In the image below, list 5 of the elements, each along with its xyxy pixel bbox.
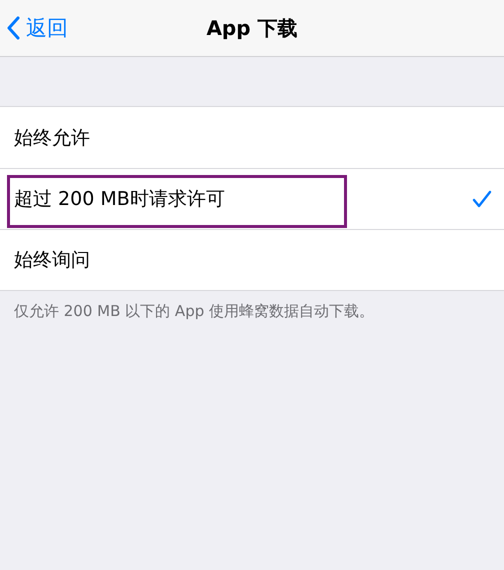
page-title: App 下载 [206,14,298,42]
back-button[interactable]: 返回 [0,13,74,43]
option-row[interactable]: 超过 200 MB时请求许可 [0,168,504,229]
chevron-left-icon [6,16,20,40]
footer-note: 仅允许 200 MB 以下的 App 使用蜂窝数据自动下载。 [14,302,374,320]
